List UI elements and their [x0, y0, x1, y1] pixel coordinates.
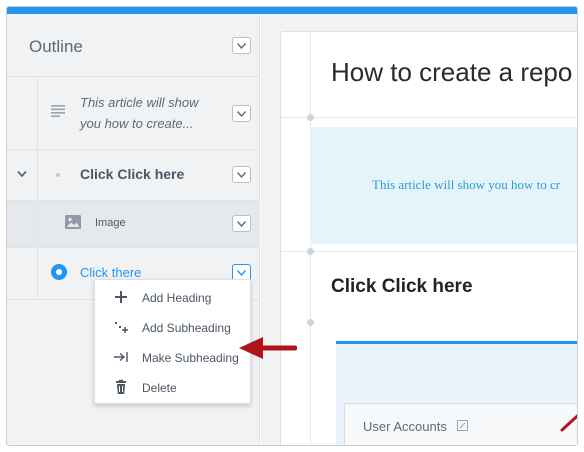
- bullet-dot-icon: [56, 173, 60, 177]
- screenshot-panel: User Accounts: [344, 403, 577, 445]
- menu-item-delete[interactable]: Delete: [95, 372, 250, 402]
- menu-label: Make Subheading: [142, 351, 239, 365]
- divider: [281, 117, 577, 118]
- heading-options-button[interactable]: [232, 166, 251, 183]
- selected-radio-icon: [51, 264, 67, 280]
- image-options-button[interactable]: [232, 215, 251, 232]
- gutter-dot: [307, 248, 314, 255]
- indent-arrow-icon: [114, 352, 128, 362]
- app-window: Outline This article will show you how t…: [6, 6, 578, 446]
- menu-label: Add Subheading: [142, 321, 231, 335]
- paragraph-icon: [51, 105, 65, 117]
- chevron-down-icon: [237, 110, 246, 117]
- trash-icon: [116, 379, 126, 394]
- menu-label: Delete: [142, 381, 177, 395]
- outline-item-heading[interactable]: Click Click here: [7, 150, 260, 201]
- outline-image-label: Image: [95, 217, 126, 229]
- editor-area: How to create a repo This article will s…: [261, 14, 577, 445]
- document-card: How to create a repo This article will s…: [280, 31, 577, 445]
- collapse-chevron-icon[interactable]: [17, 170, 27, 178]
- divider: [281, 251, 577, 252]
- intro-block[interactable]: This article will show you how to cr: [310, 127, 577, 244]
- gutter-dot: [307, 319, 314, 326]
- chevron-down-icon: [237, 269, 246, 276]
- intro-options-button[interactable]: [232, 105, 251, 122]
- section-heading[interactable]: Click Click here: [331, 276, 473, 298]
- intro-block-text: This article will show you how to cr: [372, 177, 561, 192]
- image-icon: [65, 215, 81, 229]
- plus-icon: [115, 291, 127, 303]
- annotation-arrow-icon: [239, 337, 297, 359]
- chevron-down-icon: [237, 42, 246, 49]
- outline-intro-text: This article will show you how to create…: [80, 95, 199, 131]
- user-accounts-label: User Accounts: [363, 419, 447, 434]
- menu-item-add-subheading[interactable]: Add Subheading: [95, 312, 250, 342]
- top-accent-bar: [7, 7, 577, 14]
- menu-item-add-heading[interactable]: Add Heading: [95, 282, 250, 312]
- outline-context-menu: Add Heading Add Subheading Make Subheadi…: [94, 279, 251, 404]
- outline-header: Outline: [7, 14, 260, 77]
- gutter-dot: [307, 114, 314, 121]
- menu-label: Add Heading: [142, 291, 212, 305]
- outline-title: Outline: [29, 37, 83, 56]
- chevron-down-icon: [237, 171, 246, 178]
- outline-selected-text: Click there: [80, 265, 142, 280]
- chevron-down-icon: [237, 220, 246, 227]
- menu-item-make-subheading[interactable]: Make Subheading: [95, 342, 250, 372]
- outline-heading-text: Click Click here: [80, 166, 185, 182]
- add-subheading-icon: [115, 322, 128, 333]
- document-title[interactable]: How to create a repo: [331, 57, 572, 88]
- outline-item-image[interactable]: Image: [7, 201, 260, 248]
- outline-item-intro[interactable]: This article will show you how to create…: [7, 77, 260, 150]
- outline-options-button[interactable]: [232, 37, 251, 54]
- embedded-screenshot[interactable]: User Accounts: [336, 341, 577, 445]
- external-edit-icon: [457, 420, 468, 431]
- annotation-arrow-icon: [560, 414, 577, 432]
